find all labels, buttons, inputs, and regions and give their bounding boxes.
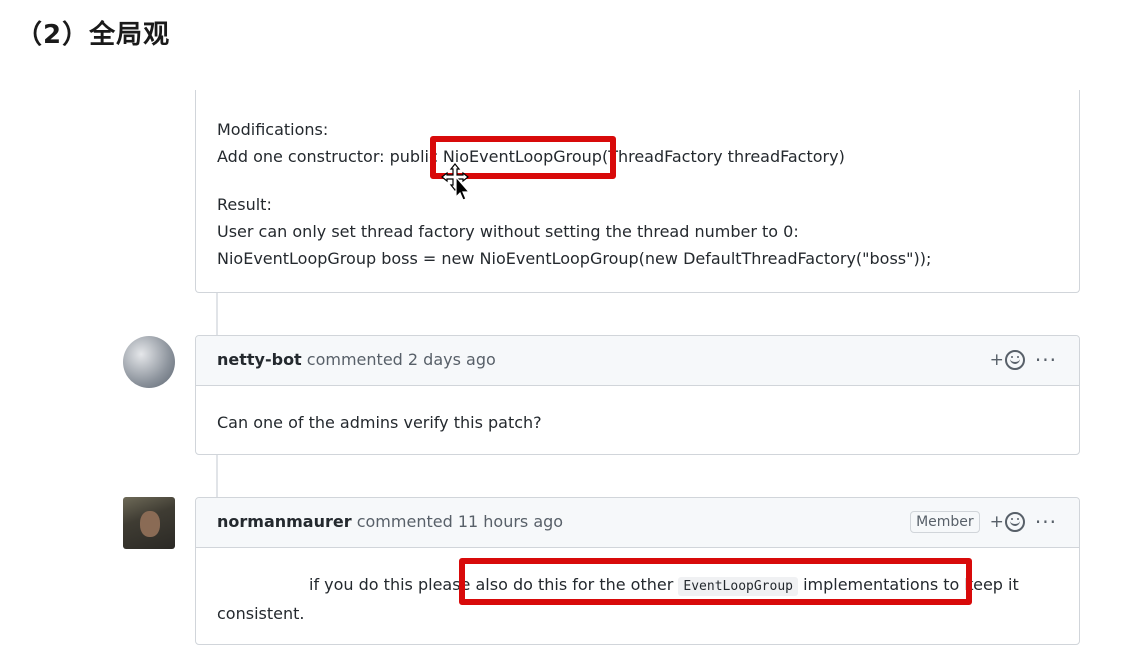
comment-body: Can one of the admins verify this patch? — [217, 413, 542, 432]
timeline-connector — [216, 293, 218, 335]
kebab-menu-icon[interactable]: ··· — [1035, 348, 1057, 372]
comment-header: normanmaurer commented 11 hours ago Memb… — [196, 498, 1079, 548]
result-text: User can only set thread factory without… — [217, 222, 799, 241]
add-reaction-icon — [1004, 350, 1025, 370]
slide-heading: （2）全局观 — [16, 20, 171, 50]
kebab-menu-icon[interactable]: ··· — [1035, 510, 1057, 534]
timeline-connector — [216, 455, 218, 497]
normanmaurer-avatar[interactable] — [123, 497, 175, 549]
comment-card: netty-bot commented 2 days ago + ··· Can… — [195, 335, 1080, 455]
result-label: Result: — [217, 195, 272, 214]
comment-author[interactable]: normanmaurer — [217, 512, 352, 531]
add-reaction-icon — [1004, 512, 1025, 532]
netty-bot-avatar[interactable] — [123, 336, 175, 388]
comment-header: netty-bot commented 2 days ago + ··· — [196, 336, 1079, 386]
add-reaction-button[interactable]: + — [990, 350, 1025, 370]
member-badge: Member — [910, 511, 980, 533]
comment-meta[interactable]: commented 2 days ago — [307, 350, 496, 369]
comment-author[interactable]: netty-bot — [217, 350, 302, 369]
comment-meta[interactable]: commented 11 hours ago — [357, 512, 563, 531]
result-code: NioEventLoopGroup boss = new NioEventLoo… — [217, 249, 932, 268]
highlight-box — [459, 558, 972, 605]
move-cursor-icon — [441, 163, 471, 201]
add-reaction-button[interactable]: + — [990, 512, 1025, 532]
pr-description: Modifications: Add one constructor: publ… — [195, 90, 1080, 293]
